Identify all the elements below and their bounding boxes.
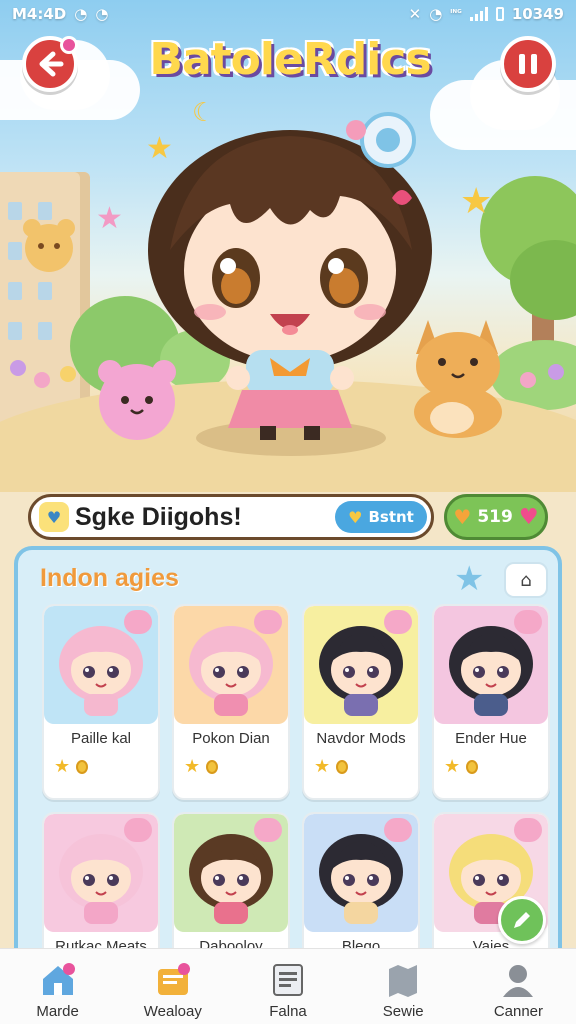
coin-icon	[466, 760, 479, 774]
nav-item-mail[interactable]: Wealoay	[115, 949, 230, 1024]
pet-badge-icon	[514, 818, 542, 842]
nav-item-map[interactable]: Sewie	[346, 949, 461, 1024]
notification-dot	[60, 36, 78, 54]
nav-label: Sewie	[382, 1003, 424, 1020]
close-icon: ✕	[408, 5, 422, 23]
status-bar: M4:4D ◔ ◔ ✕ ◔ ᴵᴺᴳ 10349	[0, 0, 576, 28]
nav-label: Marde	[36, 1003, 79, 1020]
back-arrow-icon	[39, 51, 64, 77]
character-card[interactable]: Pokon Dian ★	[172, 604, 290, 800]
flower	[60, 366, 76, 382]
character-card[interactable]: Vajes★	[432, 812, 550, 962]
map-icon	[389, 965, 418, 997]
heart-icon: ♥	[453, 505, 472, 529]
heart-icon: ♥	[518, 504, 539, 530]
character-portrait	[174, 814, 288, 932]
character-portrait	[44, 814, 158, 932]
character-name: Ender Hue	[455, 730, 527, 747]
pet-badge-icon	[254, 818, 282, 842]
character-card[interactable]: Paille kal ★	[42, 604, 160, 800]
pet-badge-icon	[514, 610, 542, 634]
profile-icon	[503, 965, 534, 997]
message-icon: ♥	[39, 502, 69, 532]
flower	[548, 364, 564, 380]
nav-label: Wealoay	[143, 1003, 202, 1020]
star-icon: ★	[460, 181, 493, 222]
character-panel: Indon agies ★ ⌂ Paille kal ★ Pokon Dian ★ Na…	[14, 546, 562, 966]
card-rewards: ★	[444, 756, 479, 777]
character-portrait	[44, 606, 158, 724]
star-icon: ★	[314, 756, 331, 777]
pet-badge-icon	[254, 610, 282, 634]
boost-button-label: Bstnt	[368, 508, 414, 526]
nav-label: Canner	[493, 1003, 544, 1020]
game-title: BatoleRdics	[149, 34, 431, 85]
pet-badge-icon	[124, 610, 152, 634]
pencil-icon	[514, 912, 530, 928]
star-icon: ★	[54, 756, 71, 777]
character-portrait	[304, 606, 418, 724]
card-rewards: ★	[54, 756, 89, 777]
back-button[interactable]	[22, 36, 78, 92]
wifi-icon: ◔	[429, 5, 443, 23]
character-name: Paille kal	[70, 730, 132, 747]
card-rewards: ★	[314, 756, 349, 777]
edit-button[interactable]	[498, 896, 546, 944]
pet-badge-icon	[384, 610, 412, 634]
mail-icon	[157, 963, 190, 995]
currency-value: 519	[477, 507, 513, 527]
card-rewards: ★	[184, 756, 219, 777]
boost-button[interactable]: ♥ Bstnt	[335, 501, 427, 533]
pet-badge-icon	[384, 818, 412, 842]
battery-icon	[495, 7, 504, 21]
flower	[520, 372, 536, 388]
coin-icon	[76, 760, 89, 774]
message-bar[interactable]: ♥ Sgke Diigohs! ♥ Bstnt	[28, 494, 434, 540]
message-text: Sgke Diigohs!	[75, 502, 242, 531]
home-icon	[42, 963, 75, 995]
pet-badge-icon	[124, 818, 152, 842]
pause-button[interactable]	[500, 36, 556, 92]
bag-icon: ⌂	[520, 569, 532, 591]
character-card[interactable]: Rutkac Meats★	[42, 812, 160, 962]
flower	[34, 372, 50, 388]
panel-title: Indon agies	[40, 564, 179, 592]
signal-icon	[469, 7, 488, 21]
dog-pet[interactable]	[400, 314, 516, 438]
character-card[interactable]: Ender Hue ★	[432, 604, 550, 800]
character-card[interactable]: Blego★	[302, 812, 420, 962]
character-name: Pokon Dian	[192, 730, 270, 747]
pause-icon	[519, 54, 537, 74]
character-card[interactable]: Dabooloy★	[172, 812, 290, 962]
bear-cookie	[23, 219, 75, 272]
heart-icon: ♥	[348, 507, 363, 527]
character-portrait	[304, 814, 418, 932]
nav-item-home[interactable]: Marde	[0, 949, 115, 1024]
star-icon[interactable]: ★	[454, 562, 484, 596]
network-label: ᴵᴺᴳ	[450, 9, 462, 19]
nav-label: Falna	[269, 1003, 307, 1020]
character-portrait	[174, 606, 288, 724]
nav-item-list[interactable]: Falna	[230, 949, 345, 1024]
currency-counter[interactable]: ♥ 519 ♥	[444, 494, 548, 540]
coin-icon	[206, 760, 219, 774]
bottom-nav: Marde Wealoay Falna Sewie Canner	[0, 948, 576, 1024]
character-name: Navdor Mods	[316, 730, 406, 747]
character-portrait	[434, 606, 548, 724]
coin-icon	[336, 760, 349, 774]
panel-menu-button[interactable]: ⌂	[504, 562, 548, 598]
star-icon: ★	[96, 201, 123, 236]
game-scene: ★ ★ ★ ☾ BatoleRdics	[0, 0, 576, 492]
star-icon: ★	[184, 756, 201, 777]
wifi-icon: ◔	[74, 5, 88, 23]
status-time: M4:4D	[12, 5, 67, 23]
nav-item-profile[interactable]: Canner	[461, 949, 576, 1024]
wifi-icon: ◔	[95, 5, 109, 23]
pink-bear-pet[interactable]	[94, 356, 180, 442]
star-icon: ★	[444, 756, 461, 777]
status-clock: 10349	[511, 5, 564, 23]
list-icon	[273, 964, 303, 996]
character-card[interactable]: Navdor Mods ★	[302, 604, 420, 800]
flower	[10, 360, 26, 376]
